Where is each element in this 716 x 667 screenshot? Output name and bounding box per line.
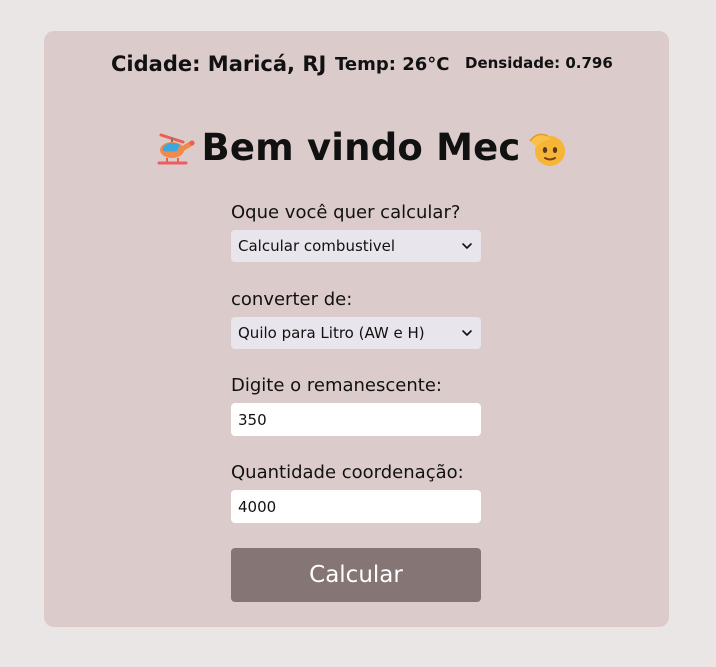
- convert-label: converter de:: [231, 289, 353, 310]
- calculate-button[interactable]: Calcular: [231, 548, 481, 602]
- welcome-header: Bem vindo Mec: [0, 126, 716, 178]
- temperature-label: Temp: 26°C: [335, 54, 450, 75]
- calc-type-select-value: Calcular combustivel: [238, 237, 396, 255]
- coordination-input[interactable]: [231, 490, 481, 523]
- city-label: Cidade: Maricá, RJ: [111, 52, 327, 76]
- page-title: Bem vindo Mec: [201, 126, 521, 169]
- info-bar: Cidade: Maricá, RJ Temp: 26°C Densidade:…: [0, 52, 716, 80]
- remaining-input[interactable]: [231, 403, 481, 436]
- helicopter-icon: [157, 133, 195, 164]
- coordination-label: Quantidade coordenação:: [231, 462, 464, 483]
- convert-select[interactable]: Quilo para Litro (AW e H): [231, 317, 481, 349]
- density-label: Densidade: 0.796: [465, 54, 613, 72]
- calc-type-select[interactable]: Calcular combustivel: [231, 230, 481, 262]
- chevron-down-icon: [462, 330, 472, 336]
- convert-select-value: Quilo para Litro (AW e H): [238, 324, 425, 342]
- remaining-label: Digite o remanescente:: [231, 375, 442, 396]
- chevron-down-icon: [462, 243, 472, 249]
- calc-type-label: Oque você quer calcular?: [231, 202, 461, 223]
- saluting-face-icon: [528, 133, 565, 166]
